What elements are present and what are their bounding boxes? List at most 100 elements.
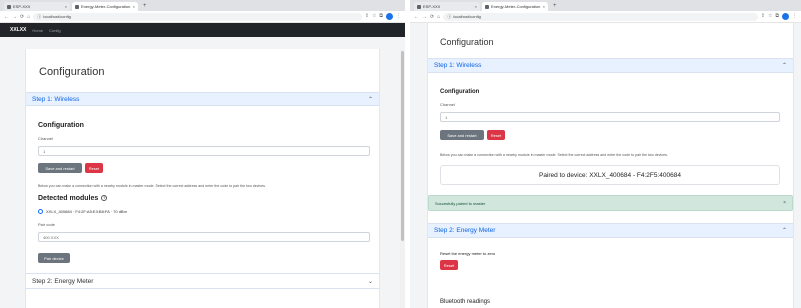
channel-input[interactable]: 1: [38, 146, 370, 156]
menu-icon[interactable]: ⋮: [396, 13, 401, 20]
favicon-icon: [417, 4, 421, 9]
config-heading: Configuration: [440, 89, 480, 95]
close-icon[interactable]: ×: [783, 200, 786, 206]
radio-button-icon[interactable]: [38, 209, 43, 214]
profile-avatar[interactable]: [782, 13, 789, 20]
back-icon[interactable]: ←: [4, 14, 9, 20]
bluetooth-readings-heading: Bluetooth readings: [440, 299, 491, 305]
favicon-icon: [7, 4, 11, 9]
chevron-down-icon: ⌄: [367, 278, 373, 285]
url-text: localhost/config: [453, 14, 481, 19]
favicon-icon: [485, 4, 489, 9]
channel-input[interactable]: 1: [440, 112, 780, 122]
page-title: Configuration: [440, 37, 494, 47]
accordion-step1-header[interactable]: Step 1: Wireless ⌃: [428, 58, 793, 73]
reset-meter-button[interactable]: Reset: [440, 260, 458, 270]
new-tab-icon[interactable]: +: [550, 2, 560, 11]
chevron-up-icon: ⌃: [781, 228, 787, 234]
tab-esp[interactable]: ESP-XXX ×: [4, 2, 70, 11]
reset-button[interactable]: Reset: [85, 163, 103, 173]
help-icon[interactable]: ?: [101, 195, 108, 202]
paired-device-box: Paired to device: XXLX_400684 - F4:2F5:4…: [440, 165, 780, 185]
favicon-icon: [75, 4, 79, 9]
accordion-step1-title: Step 1: Wireless: [434, 62, 482, 69]
accordion-step2-header[interactable]: Step 2: Energy Meter ⌃: [428, 223, 793, 238]
share-icon[interactable]: ⇪: [761, 13, 765, 20]
chevron-up-icon: ⌃: [781, 63, 787, 69]
tab-label: ESP-XXX: [13, 4, 31, 9]
accordion-step2-title: Step 2: Energy Meter: [434, 227, 496, 234]
url-field[interactable]: ⓘ localhost/config: [33, 12, 362, 21]
save-restart-button[interactable]: Save and restart: [440, 130, 484, 140]
tab-strip: ESP-XXX × Energy-Meter-Configuration × +: [410, 0, 801, 11]
reset-meter-text: Reset the energy meter to zero: [440, 251, 496, 256]
page-content: Configuration Step 1: Wireless ⌃ Configu…: [25, 49, 380, 308]
paired-device-text: Paired to device: XXLX_400684 - F4:2F5:4…: [538, 171, 681, 179]
pair-code-label: Pair code: [38, 222, 55, 227]
star-icon[interactable]: ☆: [372, 13, 376, 20]
share-icon[interactable]: ⇪: [365, 13, 369, 20]
tab-configuration[interactable]: Energy-Meter-Configuration ×: [72, 2, 138, 11]
browser-tools: ⇪ ☆ ⧉ ⋮: [761, 13, 797, 20]
app-navbar: XXLXX Home Config: [0, 23, 405, 37]
address-bar-row: ← → ⟳ ⌂ ⓘ localhost/config ⇪ ☆ ⧉ ⋮: [0, 11, 405, 23]
address-bar-row: ← → ⟳ ⌂ ⓘ localhost/config ⇪ ☆ ⧉ ⋮: [410, 11, 801, 23]
left-browser-window: ESP-XXX × Energy-Meter-Configuration × +…: [0, 0, 405, 308]
success-alert: Succesfully paired to master ×: [428, 195, 793, 211]
scrollbar-thumb[interactable]: [401, 51, 404, 241]
tab-configuration[interactable]: Energy-Meter-Configuration ×: [482, 2, 548, 11]
right-browser-window: ESP-XXX × Energy-Meter-Configuration × +…: [410, 0, 801, 308]
accordion-step2-header[interactable]: Step 2: Energy Meter ⌄: [26, 273, 379, 289]
screen: ESP-XXX × Energy-Meter-Configuration × +…: [0, 0, 801, 308]
detected-modules-heading: Detected modules?: [38, 195, 108, 202]
tab-label: ESP-XXX: [423, 4, 441, 9]
pairing-instructions: Below you can make a connection with a n…: [440, 153, 668, 157]
detected-modules-text: Detected modules: [38, 195, 99, 202]
info-icon: ⓘ: [447, 13, 452, 19]
close-tab-icon[interactable]: ×: [65, 4, 67, 9]
alert-text: Succesfully paired to master: [435, 200, 486, 206]
save-restart-button[interactable]: Save and restart: [38, 163, 82, 173]
accordion-step1-header[interactable]: Step 1: Wireless ⌃: [26, 92, 379, 106]
page-title: Configuration: [39, 66, 105, 78]
page-content: Configuration Step 1: Wireless ⌃ Configu…: [427, 23, 794, 308]
tab-label: Energy-Meter-Configuration: [81, 4, 131, 9]
nav-link-home[interactable]: Home: [32, 28, 43, 33]
menu-icon[interactable]: ⋮: [792, 13, 797, 20]
url-field[interactable]: ⓘ localhost/config: [443, 12, 758, 21]
browser-tools: ⇪ ☆ ⧉ ⋮: [365, 13, 401, 20]
channel-label: Channel: [440, 102, 455, 107]
close-tab-icon[interactable]: ×: [475, 4, 477, 9]
accordion-step1-title: Step 1: Wireless: [32, 95, 80, 103]
close-tab-icon[interactable]: ×: [543, 4, 545, 9]
module-radio-item[interactable]: XXLX_400684 · F4:2F:A5:E3:B8:FA · 70 dBm: [38, 209, 127, 214]
new-tab-icon[interactable]: +: [140, 2, 150, 11]
forward-icon[interactable]: →: [422, 14, 427, 20]
extensions-icon[interactable]: ⧉: [379, 13, 383, 20]
accordion-step2-title: Step 2: Energy Meter: [32, 277, 94, 285]
back-icon[interactable]: ←: [414, 14, 419, 20]
config-heading: Configuration: [38, 122, 84, 129]
profile-avatar[interactable]: [386, 13, 393, 20]
module-label: XXLX_400684 · F4:2F:A5:E3:B8:FA · 70 dBm: [46, 209, 127, 214]
star-icon[interactable]: ☆: [768, 13, 772, 20]
url-text: localhost/config: [43, 14, 71, 19]
reload-icon[interactable]: ⟳: [430, 14, 434, 20]
nav-link-config[interactable]: Config: [49, 28, 61, 33]
close-tab-icon[interactable]: ×: [133, 4, 135, 9]
pair-device-button[interactable]: Pair device: [38, 253, 70, 263]
info-icon: ⓘ: [37, 13, 42, 19]
reset-button[interactable]: Reset: [487, 130, 505, 140]
extensions-icon[interactable]: ⧉: [775, 13, 779, 20]
tab-strip: ESP-XXX × Energy-Meter-Configuration × +: [0, 0, 405, 11]
pair-code-input[interactable]: 400 XXX: [38, 232, 370, 242]
home-icon[interactable]: ⌂: [27, 14, 30, 20]
forward-icon[interactable]: →: [12, 14, 17, 20]
pairing-instructions: Below you can make a connection with a n…: [38, 184, 266, 188]
tab-label: Energy-Meter-Configuration: [491, 4, 541, 9]
reload-icon[interactable]: ⟳: [20, 14, 24, 20]
home-icon[interactable]: ⌂: [437, 14, 440, 20]
tab-esp[interactable]: ESP-XXX ×: [414, 2, 480, 11]
brand[interactable]: XXLXX: [10, 27, 26, 33]
channel-label: Channel: [38, 136, 53, 141]
